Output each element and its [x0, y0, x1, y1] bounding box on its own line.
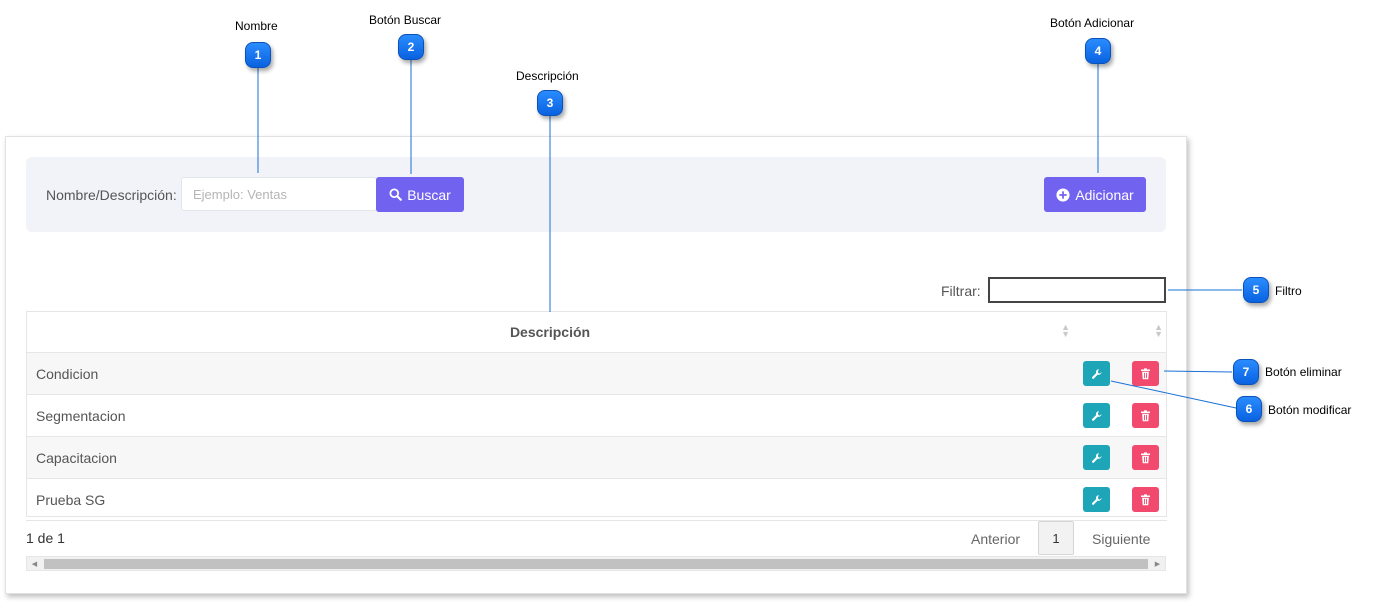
edit-button[interactable] [1083, 361, 1110, 386]
scrollbar-thumb[interactable] [44, 559, 1148, 569]
wrench-icon [1091, 410, 1102, 421]
add-button[interactable]: Adicionar [1044, 177, 1146, 212]
pagination-next[interactable]: Siguiente [1092, 531, 1150, 547]
pagination-current-page[interactable]: 1 [1038, 521, 1074, 555]
wrench-icon [1091, 452, 1102, 463]
delete-button[interactable] [1132, 403, 1159, 428]
filter-input[interactable] [988, 277, 1166, 303]
callout-badge-7: 7 [1233, 359, 1259, 385]
column-header-label: Descripción [509, 324, 591, 340]
row-description: Segmentacion [26, 394, 1075, 437]
scroll-right-arrow-icon[interactable]: ▶ [1150, 557, 1165, 570]
callout-badge-4: 4 [1085, 38, 1111, 64]
trash-icon [1141, 367, 1150, 379]
edit-button[interactable] [1083, 403, 1110, 428]
pagination-prev[interactable]: Anterior [971, 531, 1020, 547]
row-actions [1074, 394, 1167, 437]
row-actions [1074, 436, 1167, 479]
row-description: Condicion [26, 352, 1075, 395]
delete-button[interactable] [1132, 445, 1159, 470]
callout-badge-5: 5 [1243, 277, 1269, 303]
callout-label-descripcion: Descripción [516, 69, 579, 83]
pagination-info: 1 de 1 [26, 530, 65, 546]
add-button-label: Adicionar [1075, 186, 1134, 203]
data-table: Descripción ▲ ▼ ▲ ▼ Condicion Segmentacion C… [26, 311, 1167, 521]
wrench-icon [1091, 368, 1102, 379]
table-row: Capacitacion [26, 436, 1167, 479]
sort-icon: ▲ ▼ [1061, 322, 1071, 339]
callout-label-eliminar: Botón eliminar [1265, 365, 1342, 379]
table-row: Prueba SG [26, 478, 1167, 521]
search-bar: Nombre/Descripción: Buscar Adicionar [26, 157, 1166, 232]
row-actions [1074, 478, 1167, 521]
callout-label-adicionar: Botón Adicionar [1050, 16, 1135, 30]
edit-button[interactable] [1083, 445, 1110, 470]
callout-badge-6: 6 [1236, 396, 1262, 422]
main-panel: Nombre/Descripción: Buscar Adicionar Fil… [5, 136, 1187, 594]
delete-button[interactable] [1132, 361, 1159, 386]
callout-badge-1: 1 [245, 42, 271, 68]
sort-icon: ▲ ▼ [1154, 322, 1163, 339]
callout-badge-2: 2 [398, 34, 424, 60]
trash-icon [1141, 409, 1150, 421]
scroll-left-arrow-icon[interactable]: ◀ [27, 557, 42, 570]
table-row: Condicion [26, 352, 1167, 395]
trash-icon [1141, 451, 1150, 463]
row-actions [1074, 352, 1167, 395]
callout-label-buscar: Botón Buscar [369, 13, 442, 27]
search-button[interactable]: Buscar [376, 177, 464, 212]
callout-label-nombre: Nombre [235, 19, 278, 33]
callout-label-modificar: Botón modificar [1268, 403, 1352, 417]
wrench-icon [1091, 494, 1102, 505]
edit-button[interactable] [1083, 487, 1110, 512]
search-button-label: Buscar [407, 186, 451, 203]
row-description: Capacitacion [26, 436, 1075, 479]
filter-label: Filtrar: [941, 283, 981, 299]
search-input[interactable] [181, 177, 377, 211]
search-label: Nombre/Descripción: [46, 187, 177, 203]
trash-icon [1141, 493, 1150, 505]
table-header-row: Descripción ▲ ▼ ▲ ▼ [26, 311, 1167, 353]
search-icon [389, 188, 403, 201]
callout-label-filtro: Filtro [1275, 284, 1302, 298]
horizontal-scrollbar[interactable]: ◀ ▶ [26, 556, 1166, 571]
callout-badge-3: 3 [537, 90, 563, 116]
delete-button[interactable] [1132, 487, 1159, 512]
column-header-descripcion[interactable]: Descripción ▲ ▼ [26, 311, 1075, 353]
row-description: Prueba SG [26, 478, 1075, 521]
plus-circle-icon [1056, 187, 1070, 202]
table-row: Segmentacion [26, 394, 1167, 437]
column-header-actions[interactable]: ▲ ▼ [1074, 311, 1167, 353]
